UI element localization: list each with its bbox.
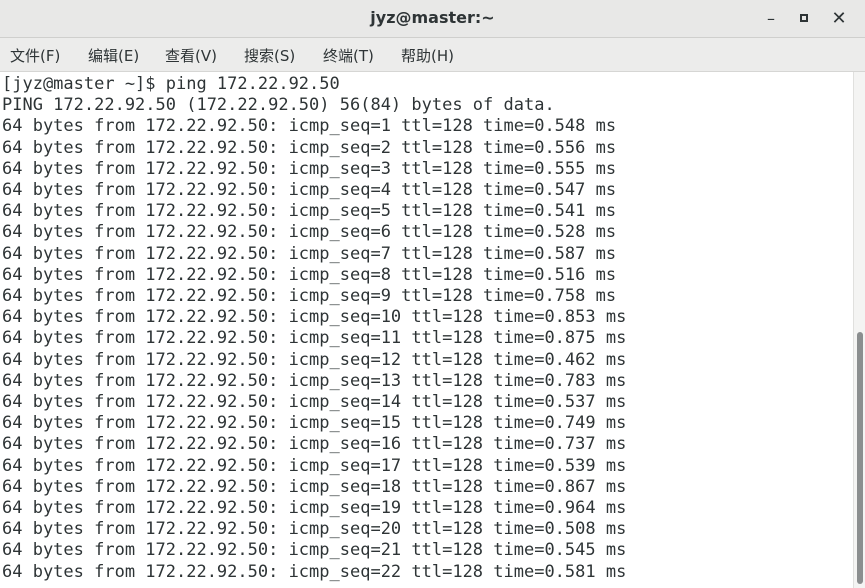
menu-bar: 文件(F) 编辑(E) 查看(V) 搜索(S) 终端(T) 帮助(H) (0, 38, 865, 72)
terminal-line: 64 bytes from 172.22.92.50: icmp_seq=21 … (2, 540, 627, 561)
terminal-window: jyz@master:~ – ✕ 文件(F) 编辑(E) 查看(V) 搜索(S)… (0, 0, 865, 588)
terminal-line: 64 bytes from 172.22.92.50: icmp_seq=1 t… (2, 116, 617, 137)
minimize-button[interactable]: – (758, 6, 784, 32)
terminal-line: 64 bytes from 172.22.92.50: icmp_seq=13 … (2, 370, 627, 391)
close-icon: ✕ (831, 8, 847, 29)
terminal-line: 64 bytes from 172.22.92.50: icmp_seq=20 … (2, 519, 627, 540)
terminal-output[interactable]: [jyz@master ~]$ ping 172.22.92.50 PING 17… (0, 72, 853, 588)
terminal-line: 64 bytes from 172.22.92.50: icmp_seq=3 t… (2, 158, 617, 179)
terminal-line: 64 bytes from 172.22.92.50: icmp_seq=2 t… (2, 137, 617, 158)
menu-help[interactable]: 帮助(H) (401, 45, 454, 66)
terminal-line: 64 bytes from 172.22.92.50: icmp_seq=6 t… (2, 222, 617, 243)
terminal-line: 64 bytes from 172.22.92.50: icmp_seq=17 … (2, 455, 627, 476)
menu-file[interactable]: 文件(F) (10, 45, 60, 66)
terminal-line: 64 bytes from 172.22.92.50: icmp_seq=4 t… (2, 180, 617, 200)
terminal-line: 64 bytes from 172.22.92.50: icmp_seq=12 … (2, 349, 627, 370)
terminal-line: 64 bytes from 172.22.92.50: icmp_seq=22 … (2, 561, 627, 582)
terminal-line: 64 bytes from 172.22.92.50: icmp_seq=16 … (2, 434, 627, 455)
title-bar[interactable]: jyz@master:~ – ✕ (0, 0, 865, 38)
close-button[interactable]: ✕ (826, 6, 852, 32)
terminal-line: 64 bytes from 172.22.92.50: icmp_seq=5 t… (2, 201, 617, 222)
maximize-icon (800, 14, 808, 22)
scrollbar-thumb[interactable] (857, 332, 863, 584)
terminal-line: PING 172.22.92.50 (172.22.92.50) 56(84) … (2, 95, 555, 116)
terminal-line: 64 bytes from 172.22.92.50: icmp_seq=14 … (2, 392, 627, 412)
minimize-icon: – (767, 9, 775, 28)
terminal-line: 64 bytes from 172.22.92.50: icmp_seq=11 … (2, 328, 627, 349)
menu-terminal[interactable]: 终端(T) (323, 45, 374, 66)
maximize-button[interactable] (791, 6, 817, 32)
vertical-scrollbar[interactable] (853, 72, 865, 588)
terminal-line: 64 bytes from 172.22.92.50: icmp_seq=10 … (2, 307, 627, 328)
terminal-line: 64 bytes from 172.22.92.50: icmp_seq=7 t… (2, 243, 617, 264)
terminal-line: 64 bytes from 172.22.92.50: icmp_seq=15 … (2, 413, 627, 434)
terminal-line: 64 bytes from 172.22.92.50: icmp_seq=8 t… (2, 264, 617, 285)
menu-search[interactable]: 搜索(S) (244, 45, 295, 66)
menu-edit[interactable]: 编辑(E) (88, 45, 139, 66)
terminal-line: 64 bytes from 172.22.92.50: icmp_seq=9 t… (2, 286, 617, 306)
menu-view[interactable]: 查看(V) (165, 45, 217, 66)
terminal-line: 64 bytes from 172.22.92.50: icmp_seq=18 … (2, 476, 627, 497)
command-prompt-line: [jyz@master ~]$ ping 172.22.92.50 (2, 74, 340, 94)
terminal-line: 64 bytes from 172.22.92.50: icmp_seq=19 … (2, 498, 627, 518)
window-title: jyz@master:~ (370, 8, 495, 27)
